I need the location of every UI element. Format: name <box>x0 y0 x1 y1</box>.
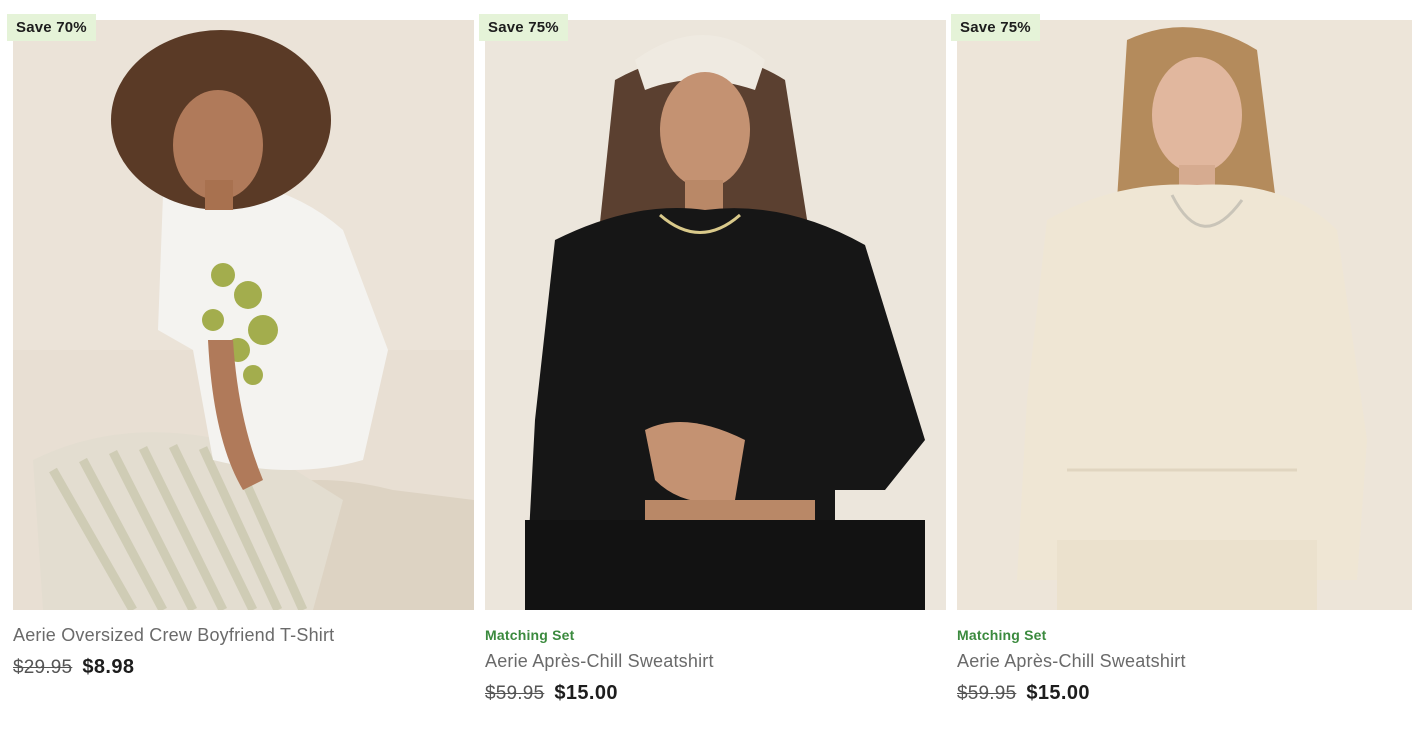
product-photo <box>13 20 474 610</box>
product-photo <box>957 20 1412 610</box>
price-row: $29.95 $8.98 <box>13 656 474 682</box>
save-badge: Save 70% <box>7 14 96 41</box>
matching-set-tag: Matching Set <box>485 627 575 643</box>
product-photo <box>485 20 946 610</box>
save-badge: Save 75% <box>951 14 1040 41</box>
price-sale: $15.00 <box>554 682 618 704</box>
product-card[interactable]: Save 75% Matching Set Aerie Après-Chill … <box>951 0 1412 708</box>
price-sale: $8.98 <box>82 656 135 678</box>
product-image-link[interactable]: Save 75% <box>951 14 1412 610</box>
price-sale: $15.00 <box>1026 682 1090 704</box>
price-original: $59.95 <box>957 683 1017 704</box>
price-original: $29.95 <box>13 657 73 678</box>
product-card[interactable]: Save 70% Aerie Oversized Crew Boyfriend … <box>7 0 474 682</box>
product-card[interactable]: Save 75% Matching Set Aerie Après-Chill … <box>479 0 946 708</box>
price-row: $59.95 $15.00 <box>485 682 946 708</box>
product-image-link[interactable]: Save 75% <box>479 14 946 610</box>
matching-set-tag: Matching Set <box>957 627 1047 643</box>
price-row: $59.95 $15.00 <box>957 682 1412 708</box>
product-grid: Save 70% Aerie Oversized Crew Boyfriend … <box>0 0 1412 730</box>
save-badge: Save 75% <box>479 14 568 41</box>
product-title[interactable]: Aerie Après-Chill Sweatshirt <box>485 649 946 673</box>
price-original: $59.95 <box>485 683 545 704</box>
product-title[interactable]: Aerie Oversized Crew Boyfriend T-Shirt <box>13 623 474 647</box>
product-image-link[interactable]: Save 70% <box>7 14 474 610</box>
product-title[interactable]: Aerie Après-Chill Sweatshirt <box>957 649 1412 673</box>
